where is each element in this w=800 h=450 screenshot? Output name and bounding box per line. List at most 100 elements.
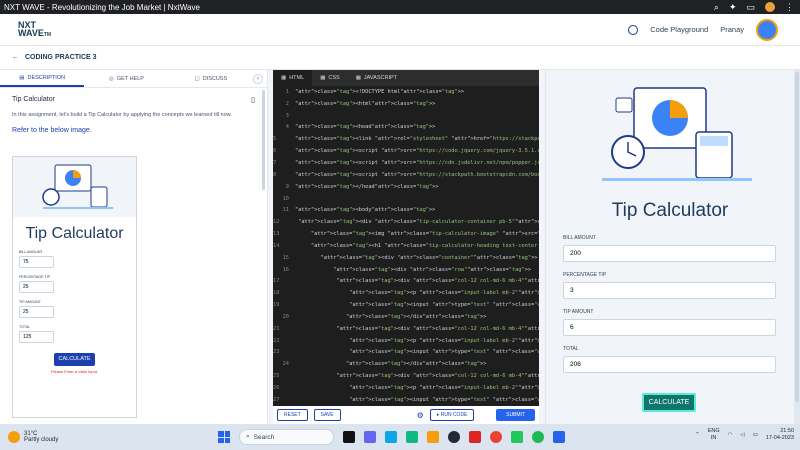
tab-description[interactable]: ▤ DESCRIPTION	[0, 70, 85, 87]
weather-icon	[8, 431, 20, 443]
tab-get-help[interactable]: ◎ GET HELP	[84, 70, 168, 87]
code-line[interactable]: 3	[273, 110, 539, 122]
taskbar-search[interactable]: ⌕ Search	[239, 429, 334, 445]
search-icon[interactable]: ⌕	[714, 2, 719, 13]
task-view-icon[interactable]	[343, 431, 355, 443]
code-line[interactable]: 11 "attr">class="tag"><body"attr">class="…	[273, 204, 539, 216]
user-avatar[interactable]	[756, 18, 778, 41]
code-line[interactable]: 6 "attr">class="tag"><script "attr">src=…	[273, 145, 539, 157]
code-line[interactable]: 1 "attr">class="tag"><!DOCTYPE html"attr"…	[273, 86, 539, 98]
bill-amount-input[interactable]: 200	[563, 245, 776, 262]
code-line[interactable]: 9 "attr">class="tag"></head"attr">class="…	[273, 181, 539, 193]
code-line[interactable]: 18 "attr">class="tag"><p "attr">class="i…	[273, 287, 539, 299]
windows-start-icon[interactable]	[218, 431, 230, 443]
line-number: 11	[282, 207, 289, 214]
line-number: 2	[285, 100, 289, 107]
preview-tip-label: TIP AMOUNT	[19, 300, 41, 304]
mcafee-icon[interactable]	[469, 431, 481, 443]
weather-widget[interactable]: 31°C Partly cloudy	[8, 431, 128, 443]
line-number: 19	[273, 302, 280, 309]
code-line[interactable]: 15 "attr">class="tag"><div "attr">class=…	[273, 252, 539, 264]
tab-html[interactable]: ▦ HTML	[273, 70, 313, 86]
wifi-icon[interactable]: ◠	[728, 432, 733, 438]
user-name[interactable]: Pranay	[720, 25, 744, 34]
tab-css[interactable]: ▦ CSS	[312, 70, 348, 86]
battery-icon[interactable]: ▭	[753, 432, 758, 438]
store-icon[interactable]	[406, 431, 418, 443]
line-number: 8	[273, 171, 277, 178]
speaker-icon[interactable]: ◁	[740, 432, 744, 438]
whatsapp-icon[interactable]	[511, 431, 523, 443]
code-line[interactable]: 8 "attr">class="tag"><script "attr">src=…	[273, 169, 539, 181]
line-number: 14	[273, 242, 280, 249]
line-text: "attr">class="tag"><body"attr">class="ta…	[295, 207, 436, 214]
css-icon: ▦	[320, 75, 326, 81]
left-scrollbar[interactable]	[262, 90, 265, 190]
clock-icon[interactable]	[628, 24, 639, 35]
reset-button[interactable]: RESET	[277, 409, 308, 421]
collapse-panel-button[interactable]: ‹	[252, 73, 263, 84]
total-input[interactable]: 206	[563, 356, 776, 373]
code-line[interactable]: 20 "attr">class="tag"></div"attr">class=…	[273, 311, 539, 323]
code-editor[interactable]: ▦ HTML ▦ CSS ▦ JAVASCRIPT 1 "attr">class="ta…	[273, 70, 539, 424]
scroll-thumb[interactable]	[795, 72, 799, 402]
output-scrollbar[interactable]	[794, 70, 800, 424]
code-line[interactable]: 14 "attr">class="tag"><h1 "attr">class="…	[273, 240, 539, 252]
code-line[interactable]: 24 "attr">class="tag"></div"attr">class=…	[273, 358, 539, 370]
code-lines[interactable]: 1 "attr">class="tag"><!DOCTYPE html"attr"…	[273, 86, 539, 406]
tip-amount-input[interactable]: 6	[563, 319, 776, 336]
calculate-button[interactable]: CALCULATE	[642, 393, 696, 412]
code-line[interactable]: 10	[273, 193, 539, 205]
line-text: "attr">class="tag"><input "attr">type="t…	[349, 396, 539, 403]
code-line[interactable]: 16 "attr">class="tag"><div "attr">class=…	[273, 264, 539, 276]
code-line[interactable]: 25 "attr">class="tag"><div "attr">class=…	[273, 370, 539, 382]
code-line[interactable]: 27 "attr">class="tag"><input "attr">type…	[273, 394, 539, 406]
save-button[interactable]: SAVE	[313, 409, 341, 421]
preview-total-input[interactable]: 125	[19, 331, 54, 343]
code-line[interactable]: 23 "attr">class="tag"><input "attr">type…	[273, 347, 539, 359]
code-line[interactable]: 5 "attr">class="tag"><link "attr">rel="s…	[273, 133, 539, 145]
tab-discuss[interactable]: ▢ DISCUSS	[169, 70, 253, 87]
code-line[interactable]: 13 "attr">class="tag"><img "attr">class=…	[273, 228, 539, 240]
sidebar-icon[interactable]: ▭	[746, 2, 755, 13]
code-line[interactable]: 21 "attr">class="tag"><div "attr">class=…	[273, 323, 539, 335]
code-line[interactable]: 19 "attr">class="tag"><input "attr">type…	[273, 299, 539, 311]
language-indicator[interactable]: ENG IN	[708, 428, 720, 442]
tab-javascript[interactable]: ▦ JAVASCRIPT	[348, 70, 405, 86]
datetime[interactable]: 21:50 17-04-2023	[766, 428, 794, 442]
left-panel: ▤ DESCRIPTION ◎ GET HELP ▢ DISCUSS ‹ Tip Ca…	[0, 70, 268, 424]
preview-calculate-button[interactable]: CALCULATE	[54, 353, 95, 366]
code-line[interactable]: 2 "attr">class="tag"><html"attr">class="t…	[273, 98, 539, 110]
code-line[interactable]: 7 "attr">class="tag"><script "attr">src=…	[273, 157, 539, 169]
line-number: 18	[273, 290, 280, 297]
code-line[interactable]: 17 "attr">class="tag"><div "attr">class=…	[273, 276, 539, 288]
spotify-icon[interactable]	[532, 431, 544, 443]
preview-bill-input[interactable]: 75	[19, 256, 54, 268]
preview-pct-input[interactable]: 25	[19, 281, 54, 293]
code-line[interactable]: 26 "attr">class="tag"><p "attr">class="i…	[273, 382, 539, 394]
file-explorer-icon[interactable]	[427, 431, 439, 443]
run-code-button[interactable]: ▸ RUN CODE	[429, 409, 475, 421]
submit-button[interactable]: SUBMIT	[496, 409, 535, 421]
app-icon[interactable]	[553, 431, 565, 443]
language-region: IN	[710, 435, 717, 441]
code-line[interactable]: 4 "attr">class="tag"><head"attr">class="t…	[273, 122, 539, 134]
extensions-icon[interactable]: ✦	[729, 2, 737, 13]
chevron-up-icon[interactable]: ⌃	[695, 432, 700, 438]
code-line[interactable]: 12 "attr">class="tag"><div "attr">class=…	[273, 216, 539, 228]
profile-avatar[interactable]	[765, 2, 775, 12]
gear-icon[interactable]: ⚙	[417, 411, 424, 420]
percentage-tip-input[interactable]: 3	[563, 282, 776, 299]
menu-icon[interactable]: ⋮	[785, 2, 794, 13]
teams-icon[interactable]	[364, 431, 376, 443]
bookmark-icon[interactable]: ▯	[251, 96, 255, 104]
code-line[interactable]: 22 "attr">class="tag"><p "attr">class="i…	[273, 335, 539, 347]
dell-icon[interactable]	[448, 431, 460, 443]
edge-icon[interactable]	[385, 431, 397, 443]
code-playground-link[interactable]: Code Playground	[650, 25, 708, 34]
preview-total-label: TOTAL	[19, 325, 31, 329]
nxtwave-logo[interactable]: NXT WAVETM	[18, 20, 51, 39]
preview-tip-input[interactable]: 25	[19, 306, 54, 318]
chrome-icon[interactable]	[490, 431, 502, 443]
arrow-left-icon[interactable]: ←	[12, 54, 19, 61]
